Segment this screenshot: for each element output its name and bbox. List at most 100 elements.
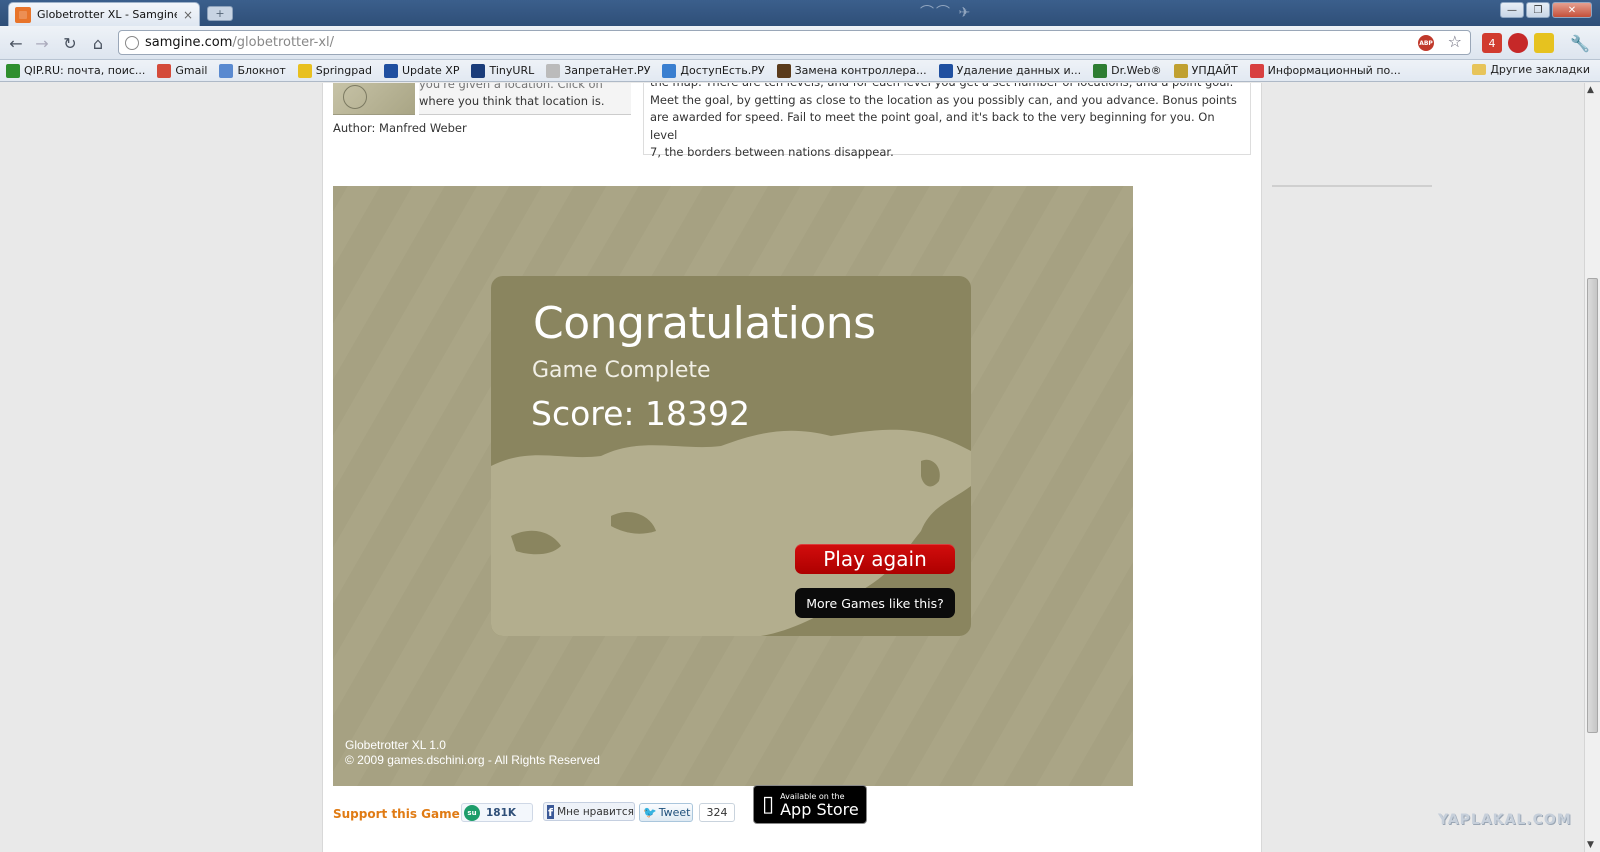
game-version: Globetrotter XL 1.0: [345, 738, 446, 752]
tweet-count: 324: [699, 803, 735, 822]
bookmark-favicon-icon: [1249, 63, 1264, 78]
extension-icon[interactable]: [1534, 33, 1554, 53]
adblock-icon[interactable]: ABP: [1418, 35, 1434, 51]
description-line: 7, the borders between nations disappear…: [650, 145, 894, 159]
bookmark-label: Удаление данных и...: [956, 64, 1082, 77]
folder-icon: [1472, 64, 1487, 75]
wrench-icon[interactable]: 🔧: [1570, 33, 1590, 53]
bookmark-item[interactable]: ДоступЕсть.РУ: [662, 63, 765, 78]
stumbleupon-button[interactable]: su 181K: [461, 803, 533, 822]
tweet-button[interactable]: 🐦 Tweet: [639, 803, 693, 822]
bookmark-favicon-icon: [1173, 63, 1188, 78]
bookmark-item[interactable]: QIP.RU: почта, поис...: [6, 63, 146, 78]
scroll-up-icon[interactable]: ▲: [1587, 85, 1594, 95]
power-icon[interactable]: [1508, 33, 1528, 53]
bookmark-label: Замена контроллера...: [794, 64, 927, 77]
bookmark-item[interactable]: Update XP: [383, 63, 459, 78]
restore-button[interactable]: ❐: [1526, 2, 1550, 18]
description-line: are awarded for speed. Fail to meet the …: [650, 110, 1215, 142]
support-label: Support this Game:: [333, 807, 465, 821]
sidebar-divider: [1272, 185, 1432, 187]
play-again-button[interactable]: Play again: [795, 544, 955, 574]
window-controls: — ❐ ✕: [1500, 2, 1592, 18]
bookmark-label: QIP.RU: почта, поис...: [24, 64, 146, 77]
vertical-scrollbar[interactable]: ▲ ▼: [1584, 83, 1600, 852]
bookmark-favicon-icon: [546, 63, 561, 78]
congratulations-heading: Congratulations: [533, 298, 876, 349]
bookmark-label: Springpad: [315, 64, 372, 77]
bookmark-item[interactable]: УПДАЙТ: [1173, 63, 1238, 78]
bookmark-item[interactable]: TinyURL: [471, 63, 534, 78]
game-summary: you're given a location. Click on where …: [419, 83, 631, 115]
bookmark-favicon-icon: [6, 63, 20, 78]
bookmark-label: УПДАЙТ: [1191, 64, 1238, 77]
bookmark-item[interactable]: ЗапретаНет.РУ: [546, 63, 650, 78]
close-icon[interactable]: ×: [183, 8, 193, 22]
game-canvas[interactable]: Congratulations Game Complete Score: 183…: [333, 186, 1133, 786]
bookmark-favicon-icon: [383, 63, 398, 78]
bookmark-label: Информационный по...: [1267, 64, 1401, 77]
bookmark-favicon-icon: [776, 63, 791, 78]
bookmark-favicon-icon: [297, 63, 312, 78]
bookmark-item[interactable]: Dr.Web®: [1093, 63, 1162, 78]
url-path: /globetrotter-xl/: [232, 35, 335, 50]
new-tab-button[interactable]: +: [207, 6, 233, 21]
stumbleupon-count: 181K: [486, 806, 517, 819]
bookmark-favicon-icon: [471, 63, 486, 78]
app-store-text: Available on the App Store: [780, 792, 859, 818]
app-store-badge[interactable]: ▯ Available on the App Store: [753, 785, 867, 824]
bookmark-favicon-icon: [938, 63, 953, 78]
address-bar[interactable]: samgine.com/globetrotter-xl/ ABP ☆: [118, 30, 1471, 55]
browser-toolbar: ← → ↻ ⌂ samgine.com/globetrotter-xl/ ABP…: [0, 26, 1600, 60]
content-column: you're given a location. Click on where …: [322, 83, 1262, 852]
puzzle-icon: [15, 6, 31, 23]
bookmark-item[interactable]: Gmail: [157, 63, 207, 78]
game-description: the map. There are ten levels, and for e…: [643, 83, 1251, 159]
bookmark-favicon-icon: [219, 63, 234, 78]
game-complete-label: Game Complete: [532, 358, 711, 383]
bookmark-item[interactable]: Информационный по...: [1249, 63, 1401, 78]
twitter-icon: 🐦: [643, 806, 657, 819]
scroll-down-icon[interactable]: ▼: [1587, 840, 1594, 850]
star-icon[interactable]: ☆: [1448, 32, 1462, 51]
app-store-big-label: App Store: [780, 799, 859, 819]
bookmark-favicon-icon: [157, 63, 172, 78]
facebook-like-label: Мне нравится: [557, 805, 634, 818]
back-icon[interactable]: ←: [6, 33, 26, 53]
forward-icon[interactable]: →: [32, 33, 52, 53]
bookmark-label: ДоступЕсть.РУ: [680, 64, 765, 77]
tab-title: Globetrotter XL - Samgine.…: [37, 8, 177, 21]
reload-icon[interactable]: ↻: [60, 33, 80, 53]
window-logo-icon: ⌒⌒ ✈: [920, 5, 973, 21]
stumbleupon-icon: su: [464, 804, 480, 821]
bookmark-favicon-icon: [1093, 63, 1108, 78]
minimize-button[interactable]: —: [1500, 2, 1524, 18]
bookmark-item[interactable]: Springpad: [297, 63, 372, 78]
facebook-like-button[interactable]: f Мне нравится: [543, 802, 635, 821]
game-copyright: © 2009 games.dschini.org - All Rights Re…: [345, 753, 600, 767]
gmail-checker-icon[interactable]: 4: [1482, 33, 1502, 53]
url-host: samgine.com: [145, 35, 233, 50]
bookmark-item[interactable]: Замена контроллера...: [776, 63, 927, 78]
game-footer: Globetrotter XL 1.0 © 2009 games.dschini…: [345, 738, 600, 768]
more-games-button[interactable]: More Games like this?: [795, 588, 955, 618]
scrollbar-thumb[interactable]: [1587, 278, 1598, 733]
bookmark-item[interactable]: Блокнот: [219, 63, 286, 78]
home-icon[interactable]: ⌂: [88, 33, 108, 53]
bookmark-favicon-icon: [662, 63, 677, 78]
summary-line: where you think that location is.: [419, 94, 605, 108]
tweet-label: Tweet: [658, 806, 691, 819]
phone-icon: ▯: [762, 791, 775, 817]
other-bookmarks[interactable]: Другие закладки: [1472, 63, 1590, 76]
game-thumbnail[interactable]: [333, 83, 415, 115]
browser-titlebar: Globetrotter XL - Samgine.… × + ⌒⌒ ✈ — ❐…: [0, 0, 1600, 26]
bookmarks-bar: QIP.RU: почта, поис... Gmail Блокнот Spring…: [0, 60, 1600, 82]
browser-tab[interactable]: Globetrotter XL - Samgine.… ×: [8, 2, 200, 26]
summary-line-cut: you're given a location. Click on: [419, 83, 603, 91]
bookmark-label: Dr.Web®: [1111, 64, 1162, 77]
other-bookmarks-label: Другие закладки: [1490, 63, 1590, 76]
results-panel: Congratulations Game Complete Score: 183…: [491, 276, 971, 636]
bookmark-item[interactable]: Удаление данных и...: [938, 63, 1082, 78]
author: Author: Manfred Weber: [333, 121, 467, 135]
close-window-button[interactable]: ✕: [1552, 2, 1592, 18]
